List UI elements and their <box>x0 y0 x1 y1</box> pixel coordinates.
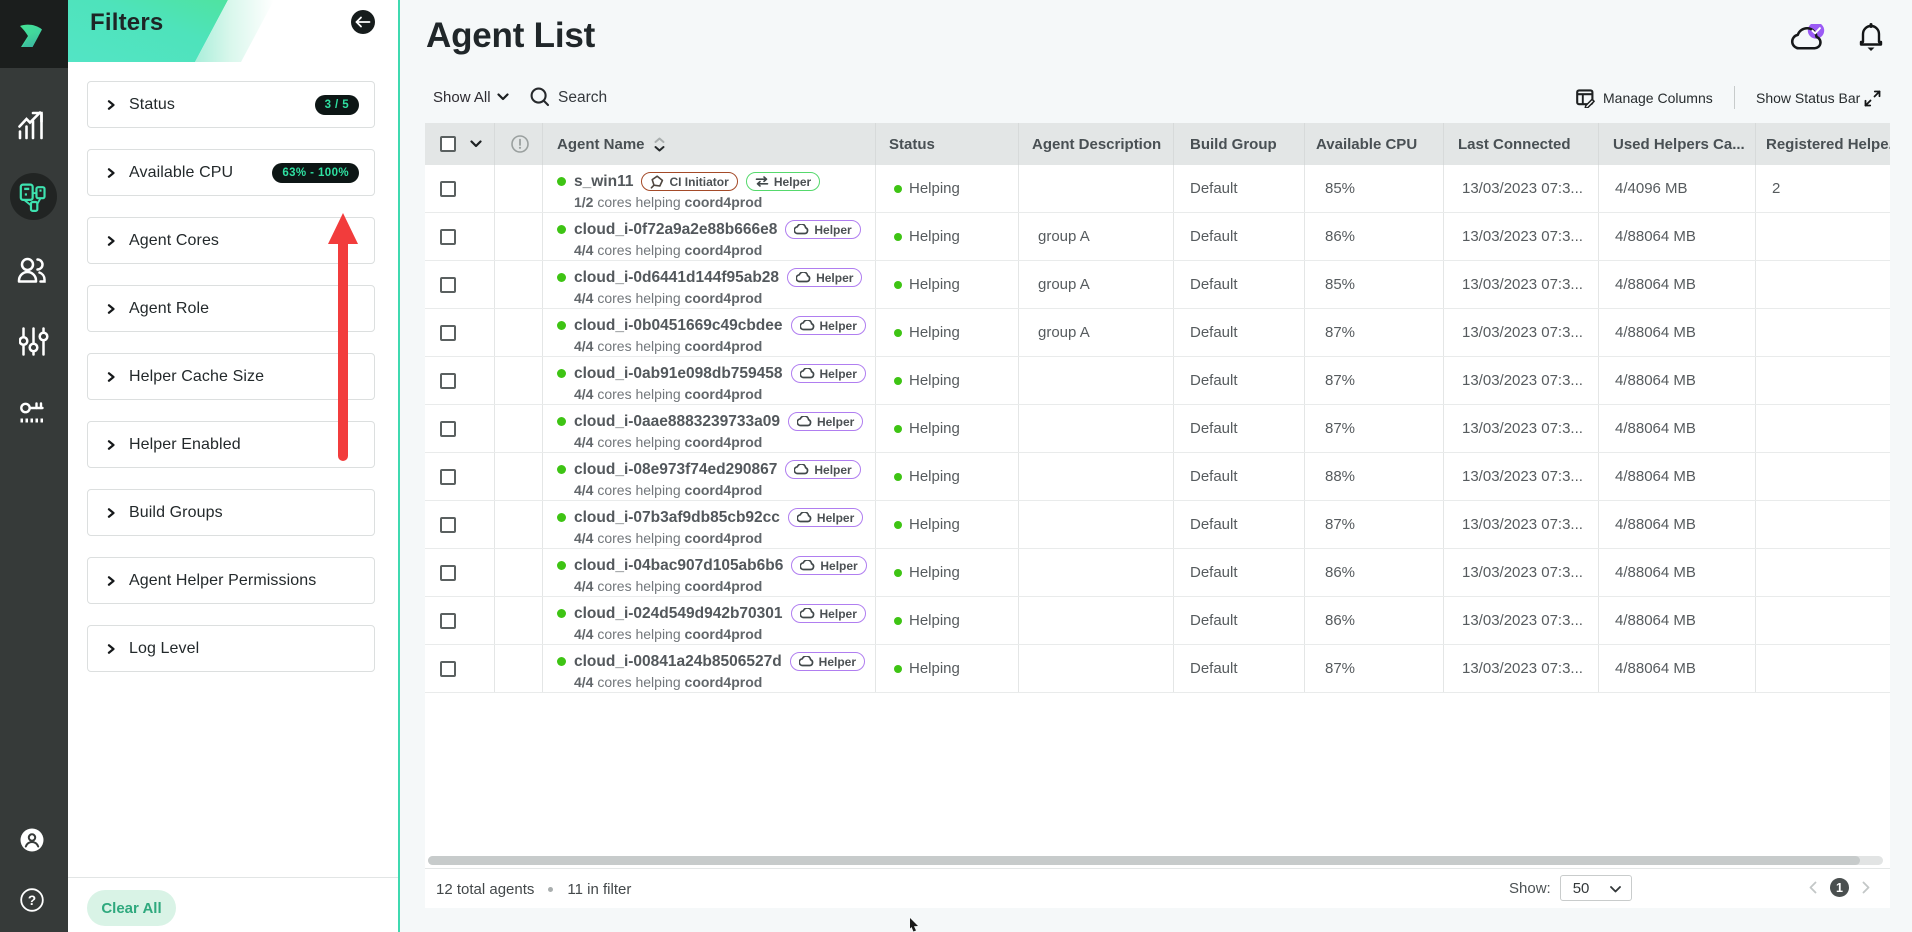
svg-text:?: ? <box>28 893 36 908</box>
